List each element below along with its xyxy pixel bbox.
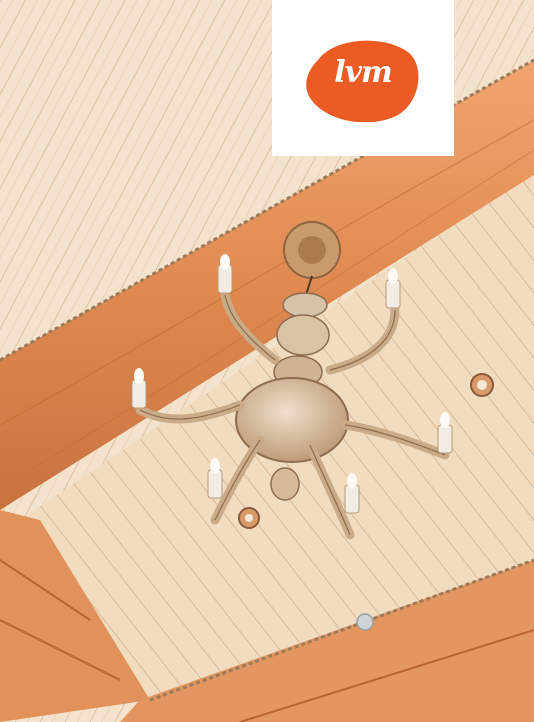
logo-text: lvm <box>334 55 393 90</box>
photo-frame: lvm <box>0 0 534 722</box>
brand-logo: lvm <box>304 38 422 123</box>
brand-logo-card: lvm <box>272 0 454 156</box>
ceiling-spotlight <box>356 613 374 631</box>
